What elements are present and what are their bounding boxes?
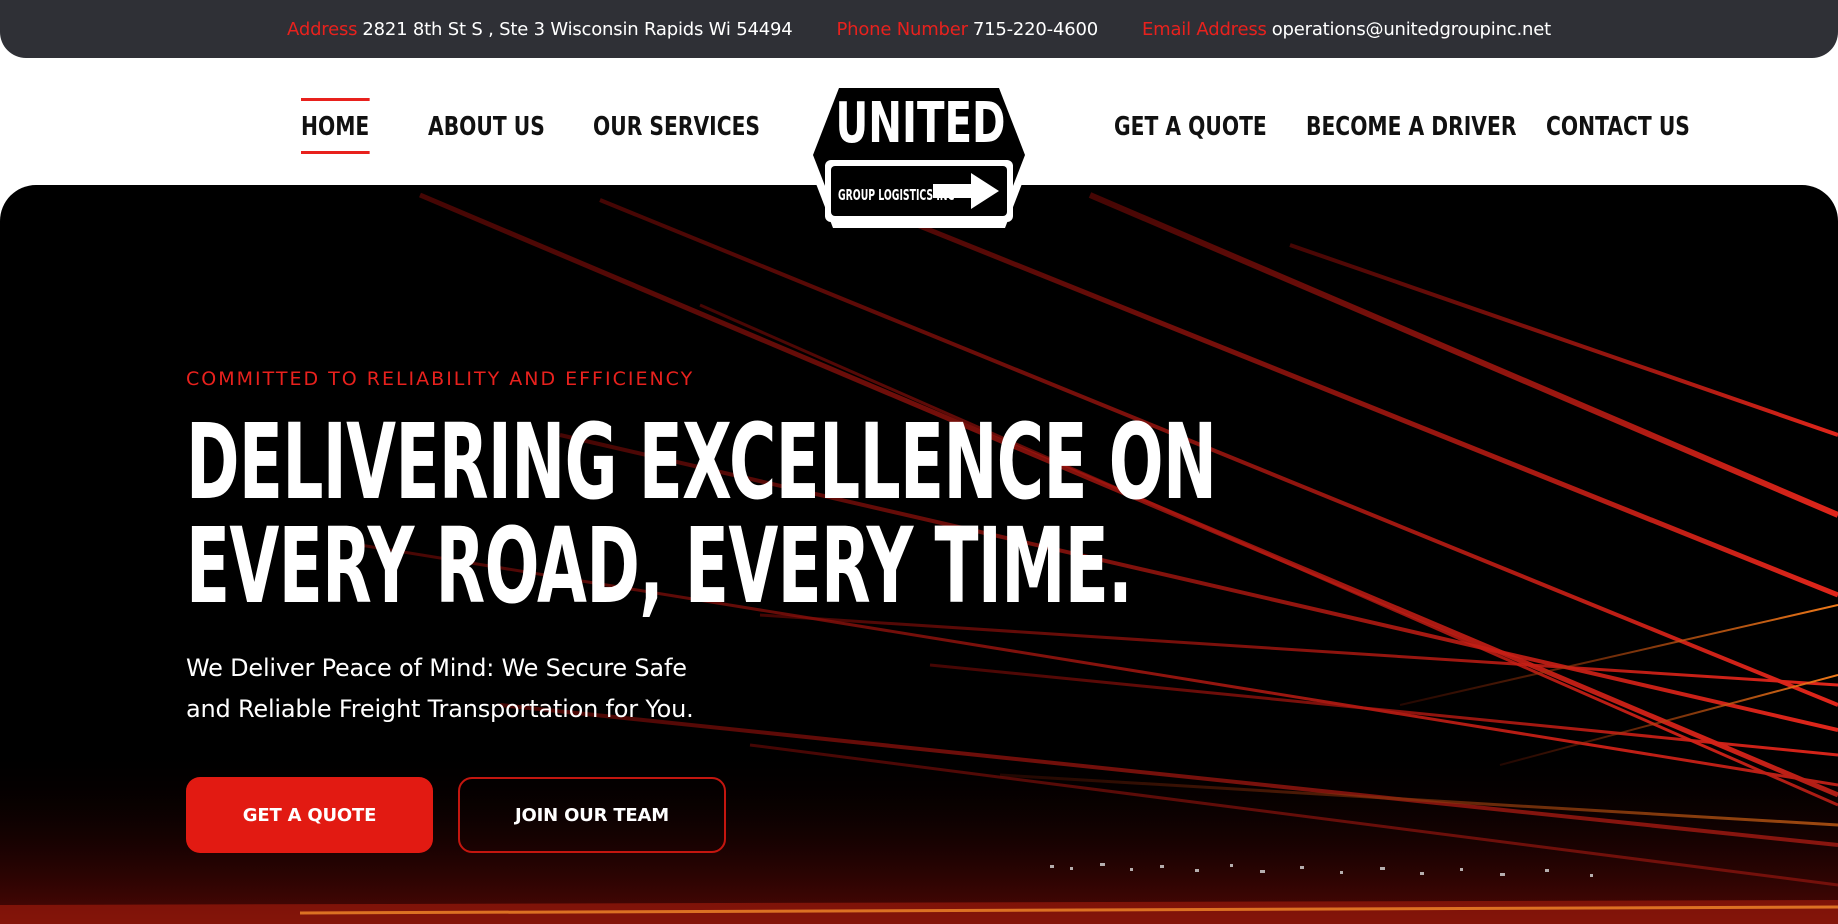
top-info-bar: Address 2821 8th St S , Ste 3 Wisconsin R…: [0, 0, 1838, 58]
phone-label: Phone Number: [836, 18, 968, 40]
nav-about-us[interactable]: ABOUT US: [428, 112, 545, 142]
address-label: Address: [287, 18, 358, 40]
hero-headline: DELIVERING EXCELLENCE ON EVERY ROAD, EVE…: [186, 401, 1217, 627]
hero-tagline: COMMITTED TO RELIABILITY AND EFFICIENCY: [186, 368, 695, 390]
get-a-quote-button[interactable]: GET A QUOTE: [186, 777, 433, 853]
hero-subtext: We Deliver Peace of Mind: We Secure Safe…: [186, 648, 746, 730]
headline-line-2: EVERY ROAD, EVERY TIME.: [186, 505, 1133, 627]
join-our-team-button[interactable]: JOIN OUR TEAM: [458, 777, 726, 853]
phone-info[interactable]: Phone Number 715-220-4600: [836, 19, 1098, 40]
subtext-line-1: We Deliver Peace of Mind: We Secure Safe: [186, 654, 687, 682]
address-value: 2821 8th St S , Ste 3 Wisconsin Rapids W…: [362, 18, 793, 40]
nav-get-a-quote[interactable]: GET A QUOTE: [1114, 112, 1267, 142]
nav-our-services[interactable]: OUR SERVICES: [593, 112, 760, 142]
email-value[interactable]: operations@unitedgroupinc.net: [1272, 19, 1551, 40]
company-logo[interactable]: UNITED GROUP LOGISTICS INC: [803, 80, 1035, 230]
email-label: Email Address: [1141, 18, 1267, 40]
logo-title: UNITED: [835, 91, 1006, 156]
nav-contact-us[interactable]: CONTACT US: [1546, 112, 1690, 142]
email-info[interactable]: Email Address operations@unitedgroupinc.n…: [1142, 19, 1551, 40]
address-info: Address 2821 8th St S , Ste 3 Wisconsin R…: [287, 18, 793, 40]
headline-line-1: DELIVERING EXCELLENCE ON: [186, 401, 1217, 523]
subtext-line-2: and Reliable Freight Transportation for …: [186, 695, 694, 723]
nav-become-a-driver[interactable]: BECOME A DRIVER: [1306, 112, 1516, 142]
nav-home[interactable]: HOME: [301, 98, 369, 154]
phone-value[interactable]: 715-220-4600: [973, 19, 1098, 40]
arrow-right-icon: [933, 173, 999, 209]
